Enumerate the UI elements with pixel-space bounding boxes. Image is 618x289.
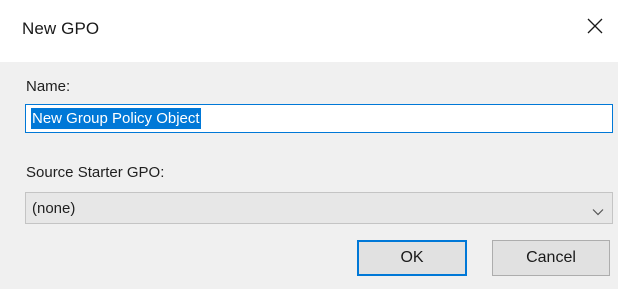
name-input[interactable]: New Group Policy Object bbox=[25, 104, 613, 133]
chevron-down-icon bbox=[592, 203, 604, 221]
window-title: New GPO bbox=[22, 19, 100, 38]
close-button[interactable] bbox=[572, 6, 618, 46]
close-icon bbox=[587, 18, 603, 34]
name-label: Name: bbox=[26, 78, 71, 95]
source-starter-gpo-label: Source Starter GPO: bbox=[26, 164, 165, 181]
select-value: (none) bbox=[32, 200, 76, 217]
source-starter-gpo-select[interactable]: (none) bbox=[25, 192, 613, 224]
cancel-button[interactable]: Cancel bbox=[492, 240, 610, 276]
new-gpo-dialog: New GPO Name: New Group Policy Object So… bbox=[0, 0, 618, 289]
ok-button[interactable]: OK bbox=[357, 240, 467, 276]
name-input-value: New Group Policy Object bbox=[31, 108, 201, 129]
title-bar: New GPO bbox=[0, 0, 618, 62]
